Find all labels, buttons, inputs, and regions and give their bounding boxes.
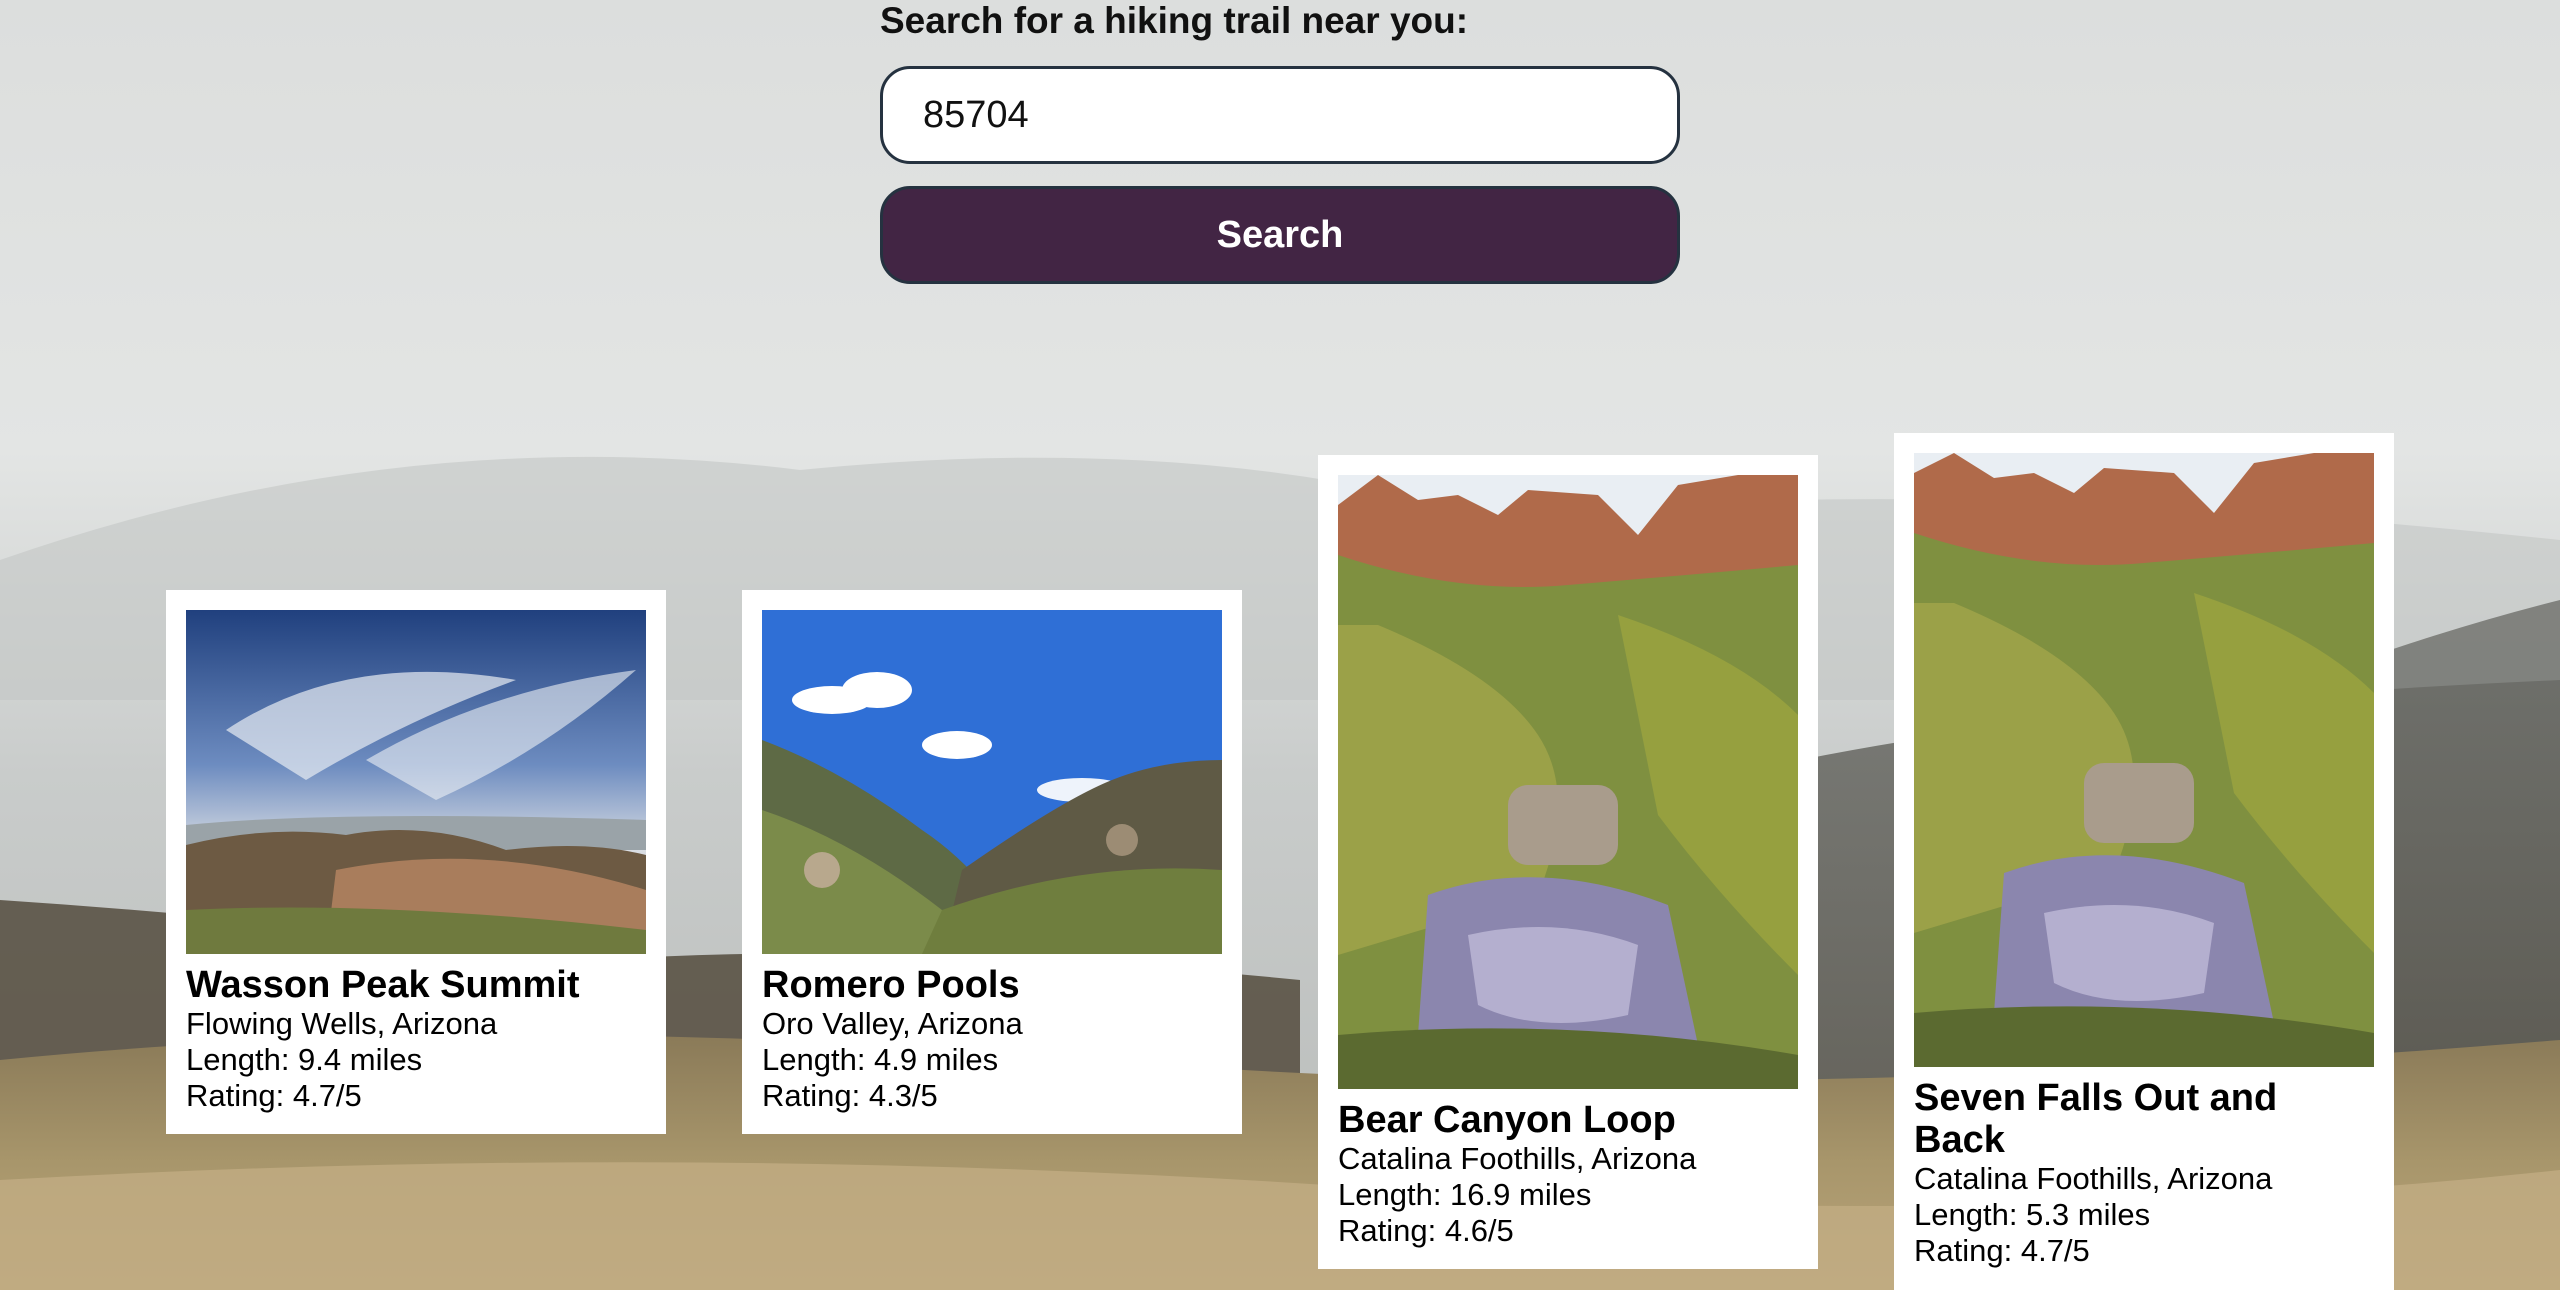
trail-length: Length: 16.9 miles <box>1338 1177 1592 1212</box>
trail-card[interactable]: Bear Canyon Loop Catalina Foothills, Ari… <box>1318 455 1818 1269</box>
trail-photo <box>762 610 1222 954</box>
trail-rating: Rating: 4.7/5 <box>186 1078 362 1113</box>
trail-photo <box>186 610 646 954</box>
search-label: Search for a hiking trail near you: <box>880 0 1469 41</box>
trail-location: Flowing Wells, Arizona <box>186 1006 498 1041</box>
trail-rating: Rating: 4.7/5 <box>1914 1233 2090 1268</box>
trail-length: Length: 4.9 miles <box>762 1042 999 1077</box>
trail-name: Seven Falls Out and Back <box>1914 1077 2278 1161</box>
trail-card[interactable]: Seven Falls Out and Back Catalina Foothi… <box>1894 433 2394 1290</box>
trail-length: Length: 5.3 miles <box>1914 1197 2151 1232</box>
trail-photo <box>1338 475 1798 1089</box>
trail-card[interactable]: Romero Pools Oro Valley, Arizona Length:… <box>742 590 1242 1134</box>
trail-name: Romero Pools <box>762 964 1020 1006</box>
trail-name: Wasson Peak Summit <box>186 964 580 1006</box>
trail-length: Length: 9.4 miles <box>186 1042 423 1077</box>
trail-location: Catalina Foothills, Arizona <box>1338 1141 1697 1176</box>
trail-location: Catalina Foothills, Arizona <box>1914 1161 2273 1196</box>
trail-rating: Rating: 4.6/5 <box>1338 1213 1514 1248</box>
trail-rating: Rating: 4.3/5 <box>762 1078 938 1113</box>
search-button[interactable]: Search <box>880 186 1680 284</box>
search-input[interactable] <box>880 66 1680 164</box>
trail-card[interactable]: Wasson Peak Summit Flowing Wells, Arizon… <box>166 590 666 1134</box>
trail-location: Oro Valley, Arizona <box>762 1006 1023 1041</box>
trail-photo <box>1914 453 2374 1067</box>
trail-name: Bear Canyon Loop <box>1338 1099 1676 1141</box>
